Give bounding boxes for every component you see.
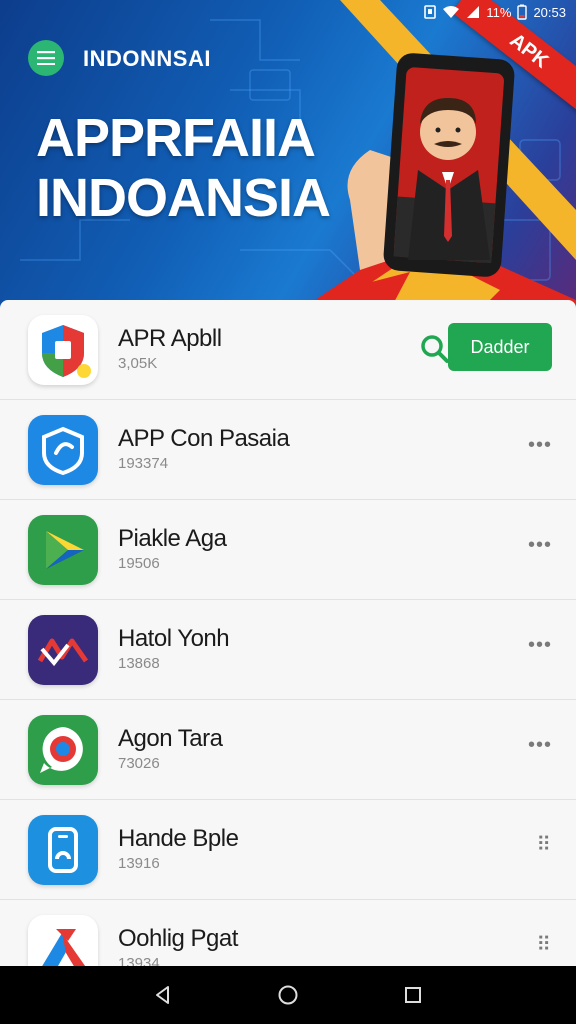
list-item[interactable]: Agon Tara 73026 ••• [0, 700, 576, 800]
hero-title-line2: INDOANSIA [36, 168, 331, 228]
list-item[interactable]: Oohlig Pgat 13934 ⠿ [0, 900, 576, 966]
status-time: 20:53 [533, 4, 566, 20]
list-item[interactable]: Hatol Yonh 13868 ••• [0, 600, 576, 700]
hero-title: APPRFAIIA INDOANSIA [36, 108, 331, 228]
hero-title-line1: APPRFAIIA [36, 108, 316, 168]
menu-icon [37, 51, 55, 65]
more-options-icon[interactable]: ••• [528, 535, 552, 555]
play-app-icon [28, 514, 98, 585]
list-item[interactable]: APP Con Pasaia 193374 ••• [0, 400, 576, 500]
chrome-app-icon [28, 714, 98, 785]
battery-icon [517, 4, 528, 20]
app-meta: 13916 [118, 855, 160, 872]
app-name: APR Apbll [118, 325, 222, 352]
recents-icon[interactable] [398, 980, 428, 1010]
app-meta: 13934 [118, 955, 160, 966]
menu-button[interactable] [28, 40, 64, 76]
navigation-bar [0, 966, 576, 1024]
app-meta: 3,05K [118, 355, 158, 372]
more-options-icon[interactable]: ••• [528, 735, 552, 755]
signal-icon [466, 5, 480, 19]
download-button[interactable]: Dadder [448, 323, 552, 371]
back-icon[interactable] [148, 980, 178, 1010]
hero-banner: INDONNSAI APPRFAIIA INDOANSIA APK [0, 0, 576, 310]
battery-percent: 11% [486, 4, 512, 20]
app-name: Hatol Yonh [118, 625, 230, 652]
wave-app-icon [28, 614, 98, 685]
more-options-icon[interactable]: ⠿ [536, 835, 552, 855]
wifi-icon [442, 5, 460, 19]
app-name: Piakle Aga [118, 525, 227, 552]
list-item[interactable]: Piakle Aga 19506 ••• [0, 500, 576, 600]
home-icon[interactable] [273, 980, 303, 1010]
more-options-icon[interactable]: ••• [528, 435, 552, 455]
list-item[interactable]: APR Apbll 3,05K Dadder [0, 300, 576, 400]
search-icon[interactable] [418, 332, 450, 364]
brand-name: INDONNSAI [83, 46, 211, 71]
arrow-app-icon [28, 914, 98, 966]
more-options-icon[interactable]: ••• [528, 635, 552, 655]
app-meta: 73026 [118, 755, 160, 772]
app-name: APP Con Pasaia [118, 425, 290, 452]
app-list: APR Apbll 3,05K Dadder APP Con Pasaia 19… [0, 300, 576, 966]
notification-icon [424, 5, 437, 19]
app-meta: 19506 [118, 555, 160, 572]
app-meta: 13868 [118, 655, 160, 672]
more-options-icon[interactable]: ⠿ [536, 935, 552, 955]
shield-app-icon [28, 314, 98, 385]
list-item[interactable]: Hande Bple 13916 ⠿ [0, 800, 576, 900]
app-name: Oohlig Pgat [118, 925, 238, 952]
camera-app-icon [28, 414, 98, 485]
status-bar: 11% 20:53 [0, 0, 576, 24]
app-name: Hande Bple [118, 825, 239, 852]
phone-app-icon [28, 814, 98, 885]
app-meta: 193374 [118, 455, 169, 472]
phone-illustration [330, 53, 515, 310]
app-name: Agon Tara [118, 725, 223, 752]
